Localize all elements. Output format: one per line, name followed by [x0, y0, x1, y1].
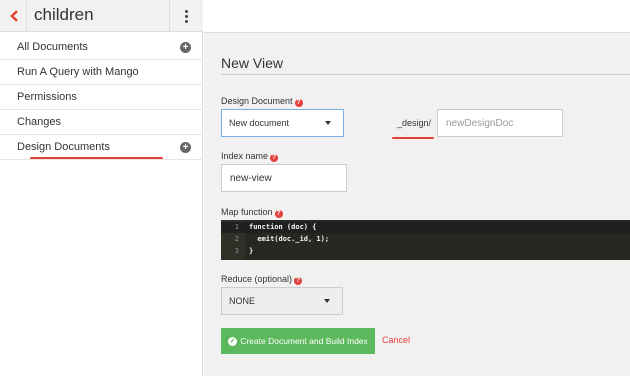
index-name-input[interactable]: new-view: [221, 164, 347, 192]
sidebar-item-label: Permissions: [17, 91, 77, 103]
cancel-link[interactable]: Cancel: [382, 335, 410, 345]
sidebar-item-label: All Documents: [17, 41, 88, 53]
question-circle-icon[interactable]: ?: [294, 99, 303, 107]
annotation-underline: [392, 137, 434, 139]
sidebar-item-permissions[interactable]: Permissions: [0, 85, 203, 110]
title-divider: [221, 74, 630, 75]
code-line: 2 emit(doc._id, 1);: [234, 235, 330, 243]
sidebar: children All Documents + Run A Query wit…: [0, 0, 203, 376]
question-circle-icon[interactable]: ?: [294, 277, 303, 285]
design-doc-select[interactable]: New document: [221, 109, 344, 137]
main-panel: New View Design Document? New document _…: [204, 33, 630, 376]
map-function-label: Map function?: [221, 207, 283, 218]
sidebar-item-all-documents[interactable]: All Documents +: [0, 35, 203, 60]
code-line: 3 }: [234, 247, 254, 255]
create-document-button[interactable]: ✓ Create Document and Build Index: [221, 328, 375, 354]
page-title: New View: [221, 55, 283, 71]
caret-down-icon: [325, 121, 331, 125]
reduce-label: Reduce (optional)?: [221, 274, 303, 285]
sidebar-item-label: Changes: [17, 116, 62, 128]
question-circle-icon[interactable]: ?: [270, 154, 279, 162]
question-circle-icon[interactable]: ?: [274, 210, 283, 218]
annotation-underline: [30, 157, 163, 159]
sidebar-item-label: Design Documents: [17, 141, 110, 153]
vertical-dots-icon[interactable]: [170, 0, 203, 32]
design-doc-selected: New document: [229, 118, 290, 128]
sidebar-header: children: [0, 0, 203, 32]
database-name: children: [34, 5, 94, 24]
sidebar-item-label: Run A Query with Mango: [17, 66, 139, 78]
chevron-left-icon[interactable]: [3, 0, 25, 32]
reduce-selected: NONE: [229, 296, 256, 306]
plus-circle-icon[interactable]: +: [180, 142, 191, 153]
sidebar-nav: All Documents + Run A Query with Mango P…: [0, 35, 203, 160]
header-divider: [26, 0, 27, 32]
code-line: 1 function (doc) {: [221, 222, 630, 233]
sidebar-item-mango-query[interactable]: Run A Query with Mango: [0, 60, 203, 85]
index-name-label: Index name?: [221, 151, 279, 162]
check-circle-icon: ✓: [228, 336, 238, 346]
design-doc-name-input[interactable]: newDesignDoc: [437, 109, 563, 137]
map-function-editor[interactable]: 1 function (doc) { 2 emit(doc._id, 1); 3…: [221, 220, 630, 260]
sidebar-item-changes[interactable]: Changes: [0, 110, 203, 135]
plus-circle-icon[interactable]: +: [180, 42, 191, 53]
caret-down-icon: [324, 299, 330, 303]
reduce-select[interactable]: NONE: [221, 287, 343, 315]
design-doc-label: Design Document?: [221, 96, 303, 107]
design-prefix: _design/: [397, 118, 432, 128]
